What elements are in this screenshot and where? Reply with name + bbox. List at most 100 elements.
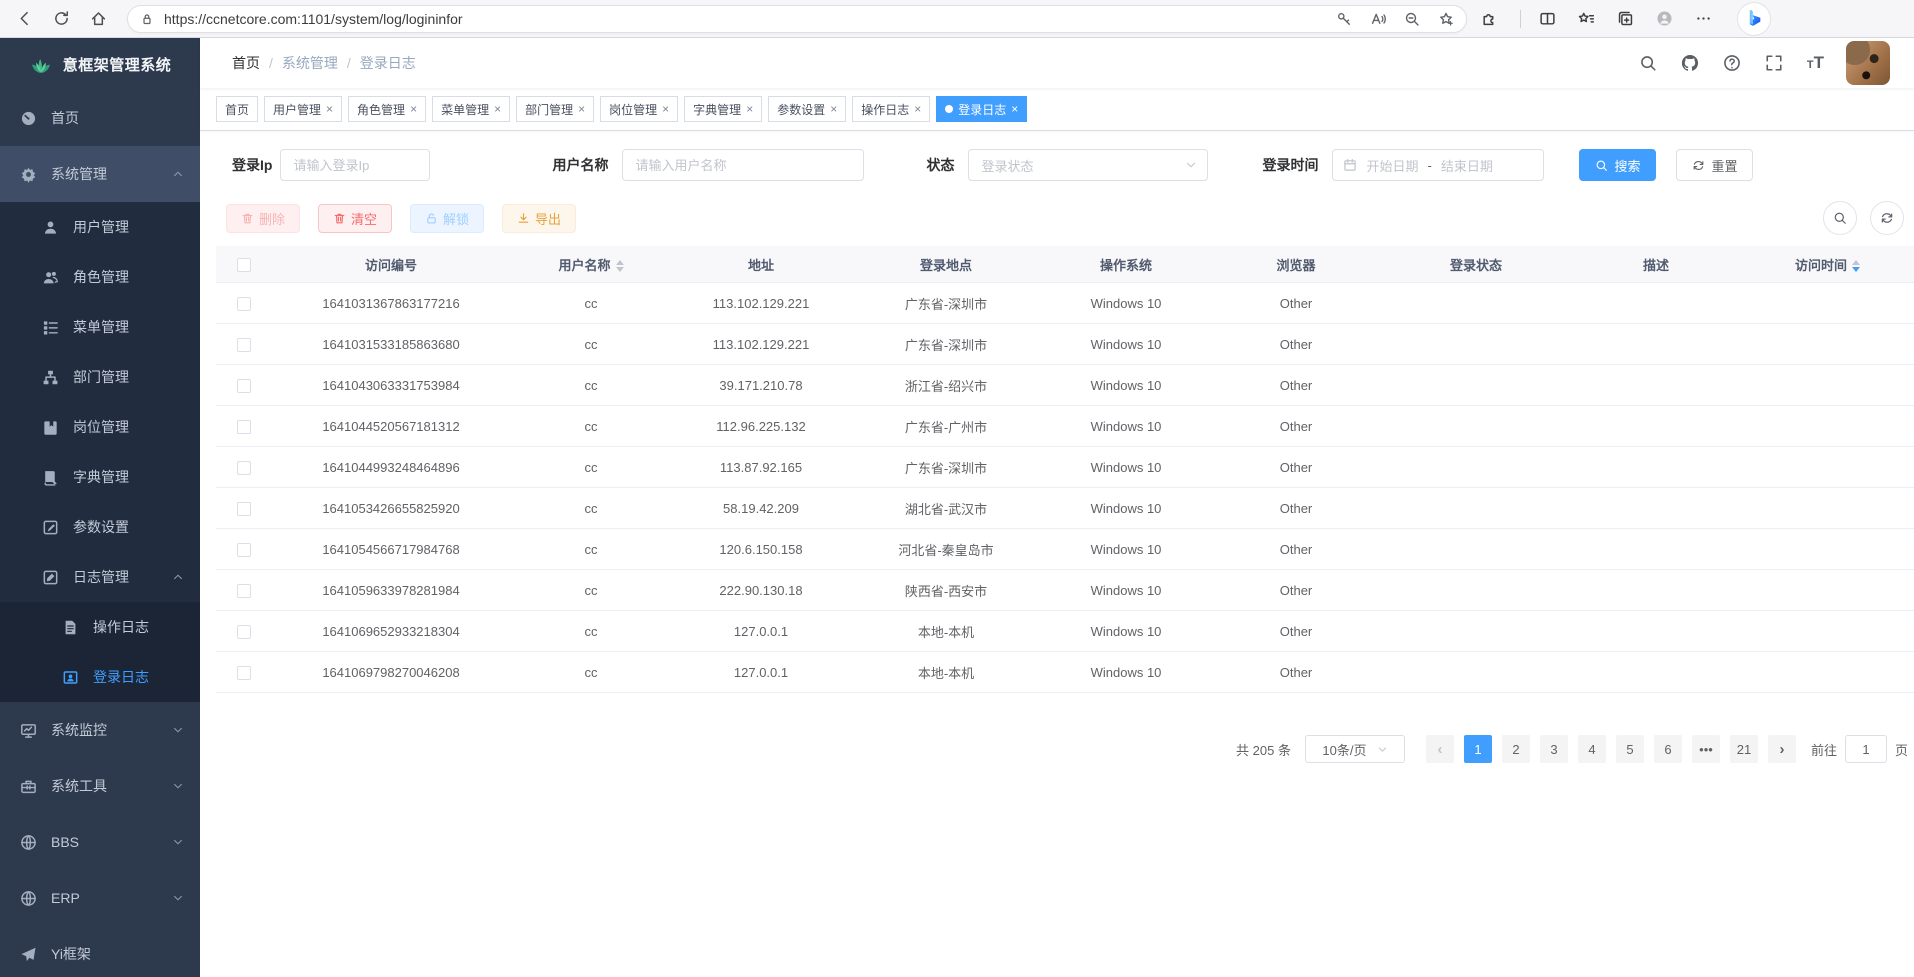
more-pages-icon[interactable]: ••• xyxy=(1692,735,1720,763)
zoom-out-icon[interactable] xyxy=(1404,11,1420,27)
clear-button[interactable]: 清空 xyxy=(318,204,392,233)
date-range-picker[interactable]: 开始日期 - 结束日期 xyxy=(1332,149,1544,181)
page-button-3[interactable]: 3 xyxy=(1540,735,1568,763)
sidebar-item-参数设置[interactable]: 参数设置 xyxy=(0,502,200,552)
header-search-icon[interactable] xyxy=(1639,54,1657,72)
sidebar-item-日志管理[interactable]: 日志管理 xyxy=(0,552,200,602)
sidebar-item-首页[interactable]: 首页 xyxy=(0,90,200,146)
close-icon[interactable]: × xyxy=(326,103,333,115)
row-checkbox[interactable] xyxy=(237,502,251,516)
unlock-button[interactable]: 解锁 xyxy=(410,204,484,233)
sidebar-item-部门管理[interactable]: 部门管理 xyxy=(0,352,200,402)
row-checkbox[interactable] xyxy=(237,461,251,475)
tab-角色管理[interactable]: 角色管理× xyxy=(348,96,426,122)
close-icon[interactable]: × xyxy=(830,103,837,115)
user-avatar[interactable] xyxy=(1846,41,1890,85)
sidebar-item-操作日志[interactable]: 操作日志 xyxy=(0,602,200,652)
close-icon[interactable]: × xyxy=(494,103,501,115)
app-logo[interactable]: 意框架管理系统 xyxy=(0,38,200,90)
status-select[interactable]: 登录状态 xyxy=(968,149,1208,181)
page-button-1[interactable]: 1 xyxy=(1464,735,1492,763)
refresh-table-button[interactable] xyxy=(1870,201,1904,235)
close-icon[interactable]: × xyxy=(1011,103,1018,115)
page-button-6[interactable]: 6 xyxy=(1654,735,1682,763)
prev-page-button[interactable]: ‹ xyxy=(1426,735,1454,763)
collections-icon[interactable] xyxy=(1617,10,1634,27)
font-size-icon[interactable]: TT xyxy=(1807,53,1824,73)
page-button-4[interactable]: 4 xyxy=(1578,735,1606,763)
fullscreen-icon[interactable] xyxy=(1765,54,1783,72)
sidebar-item-系统工具[interactable]: 系统工具 xyxy=(0,758,200,814)
password-icon[interactable] xyxy=(1336,11,1352,27)
tab-部门管理[interactable]: 部门管理× xyxy=(516,96,594,122)
row-checkbox[interactable] xyxy=(237,379,251,393)
toggle-search-button[interactable] xyxy=(1823,201,1857,235)
ip-input[interactable] xyxy=(280,149,430,181)
column-header[interactable]: 用户名称 xyxy=(511,246,671,283)
close-icon[interactable]: × xyxy=(662,103,669,115)
sort-arrows-icon[interactable] xyxy=(616,260,624,272)
select-all-checkbox[interactable] xyxy=(237,258,251,272)
sidebar-item-用户管理[interactable]: 用户管理 xyxy=(0,202,200,252)
add-favorite-icon[interactable] xyxy=(1438,11,1454,27)
table-cell xyxy=(1571,488,1741,529)
sort-arrows-icon[interactable] xyxy=(1852,260,1860,272)
row-checkbox[interactable] xyxy=(237,625,251,639)
browser-profile-icon[interactable] xyxy=(1656,10,1673,27)
goto-page-input[interactable] xyxy=(1845,735,1887,763)
split-screen-icon[interactable] xyxy=(1539,10,1556,27)
row-checkbox[interactable] xyxy=(237,666,251,680)
search-button[interactable]: 搜索 xyxy=(1579,149,1656,181)
tab-登录日志[interactable]: 登录日志× xyxy=(936,96,1027,122)
sidebar-item-角色管理[interactable]: 角色管理 xyxy=(0,252,200,302)
breadcrumb-item[interactable]: 首页 xyxy=(232,53,260,73)
home-icon[interactable] xyxy=(90,10,107,27)
next-page-button[interactable]: › xyxy=(1768,735,1796,763)
tab-用户管理[interactable]: 用户管理× xyxy=(264,96,342,122)
url-text[interactable]: https://ccnetcore.com:1101/system/log/lo… xyxy=(164,11,1336,27)
page-button-21[interactable]: 21 xyxy=(1730,735,1758,763)
close-icon[interactable]: × xyxy=(746,103,753,115)
sidebar-item-Yi框架[interactable]: Yi框架 xyxy=(0,926,200,977)
read-aloud-icon[interactable] xyxy=(1370,11,1386,27)
page-button-5[interactable]: 5 xyxy=(1616,735,1644,763)
row-checkbox[interactable] xyxy=(237,420,251,434)
username-input[interactable] xyxy=(622,149,864,181)
favorites-icon[interactable] xyxy=(1578,10,1595,27)
help-icon[interactable] xyxy=(1723,54,1741,72)
sidebar-item-登录日志[interactable]: 登录日志 xyxy=(0,652,200,702)
refresh-icon[interactable] xyxy=(53,10,70,27)
tab-字典管理[interactable]: 字典管理× xyxy=(684,96,762,122)
back-icon[interactable] xyxy=(16,10,33,27)
sidebar-item-岗位管理[interactable]: 岗位管理 xyxy=(0,402,200,452)
tab-操作日志[interactable]: 操作日志× xyxy=(852,96,930,122)
address-bar[interactable]: https://ccnetcore.com:1101/system/log/lo… xyxy=(127,5,1467,33)
row-checkbox[interactable] xyxy=(237,297,251,311)
row-checkbox[interactable] xyxy=(237,338,251,352)
page-size-select[interactable]: 10条/页 xyxy=(1305,735,1405,763)
bing-chat-icon[interactable] xyxy=(1738,3,1770,35)
sidebar-item-菜单管理[interactable]: 菜单管理 xyxy=(0,302,200,352)
close-icon[interactable]: × xyxy=(578,103,585,115)
tab-菜单管理[interactable]: 菜单管理× xyxy=(432,96,510,122)
column-header[interactable]: 访问时间 xyxy=(1741,246,1914,283)
delete-button[interactable]: 删除 xyxy=(226,204,300,233)
close-icon[interactable]: × xyxy=(914,103,921,115)
export-button[interactable]: 导出 xyxy=(502,204,576,233)
sidebar-item-字典管理[interactable]: 字典管理 xyxy=(0,452,200,502)
sidebar-item-系统管理[interactable]: 系统管理 xyxy=(0,146,200,202)
more-options-icon[interactable] xyxy=(1695,10,1712,27)
tab-参数设置[interactable]: 参数设置× xyxy=(768,96,846,122)
extensions-icon[interactable] xyxy=(1481,10,1498,27)
sidebar-item-BBS[interactable]: BBS xyxy=(0,814,200,870)
sidebar-item-ERP[interactable]: ERP xyxy=(0,870,200,926)
sidebar-item-系统监控[interactable]: 系统监控 xyxy=(0,702,200,758)
github-icon[interactable] xyxy=(1681,54,1699,72)
row-checkbox[interactable] xyxy=(237,584,251,598)
tab-首页[interactable]: 首页 xyxy=(216,96,258,122)
close-icon[interactable]: × xyxy=(410,103,417,115)
row-checkbox[interactable] xyxy=(237,543,251,557)
reset-button[interactable]: 重置 xyxy=(1676,149,1753,181)
tab-岗位管理[interactable]: 岗位管理× xyxy=(600,96,678,122)
page-button-2[interactable]: 2 xyxy=(1502,735,1530,763)
